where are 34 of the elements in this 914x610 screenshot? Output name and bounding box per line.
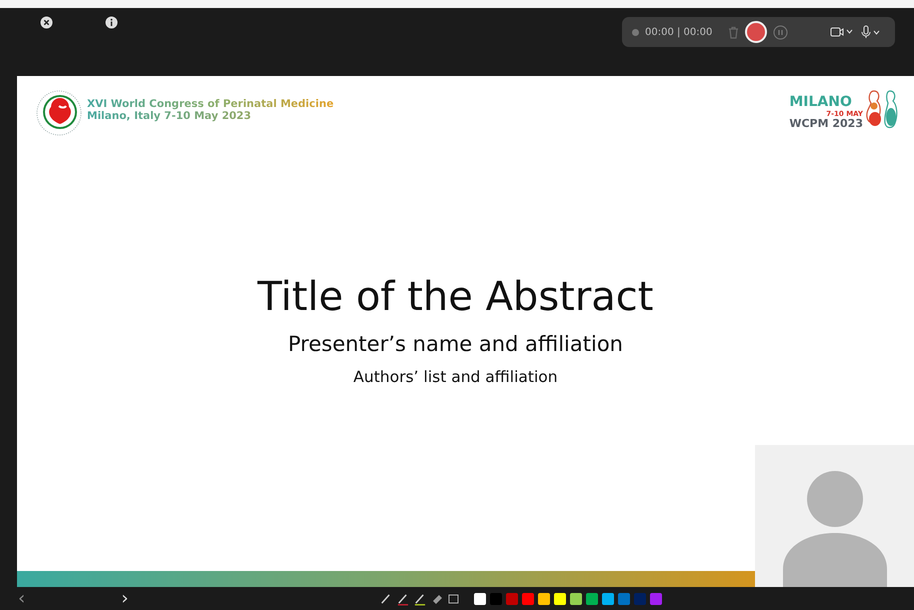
highlighter-icon[interactable] [414, 592, 426, 606]
color-swatch[interactable] [570, 592, 582, 604]
eraser-icon[interactable] [431, 592, 444, 604]
info-icon[interactable] [105, 16, 118, 29]
authors-line: Authors’ list and affiliation [353, 368, 558, 386]
presenter-line: Presenter’s name and affiliation [288, 332, 623, 356]
video-camera-icon[interactable] [830, 26, 854, 38]
pen-icon[interactable] [380, 592, 392, 606]
slide-title: Title of the Abstract [258, 274, 654, 320]
previous-button[interactable]: ‹ [14, 588, 30, 608]
logo-city: MILANO [789, 94, 852, 110]
society-logo [35, 89, 83, 137]
color-swatch[interactable] [490, 592, 502, 604]
status-dot-icon [632, 28, 639, 36]
next-button[interactable]: › [117, 588, 132, 608]
color-swatch[interactable] [474, 592, 486, 604]
color-swatch[interactable] [650, 592, 662, 604]
pause-icon[interactable] [773, 24, 788, 40]
color-swatch[interactable] [538, 592, 550, 604]
logo-acronym: WCPM 2023 [789, 118, 863, 130]
close-icon[interactable] [40, 16, 53, 29]
color-swatch[interactable] [586, 592, 598, 604]
recording-time: 00:00 | 00:00 [645, 26, 712, 38]
shape-icon[interactable] [448, 592, 460, 604]
color-swatch[interactable] [618, 592, 630, 604]
record-button[interactable] [745, 21, 768, 43]
color-swatch[interactable] [634, 592, 646, 604]
congress-name: XVI World Congress of Perinatal Medicine [87, 98, 334, 110]
color-swatch[interactable] [506, 592, 518, 604]
color-swatch[interactable] [554, 592, 566, 604]
color-swatch[interactable] [522, 592, 534, 604]
pen-icon[interactable] [397, 592, 410, 606]
microphone-icon[interactable] [860, 25, 882, 39]
color-swatch[interactable] [602, 592, 614, 604]
